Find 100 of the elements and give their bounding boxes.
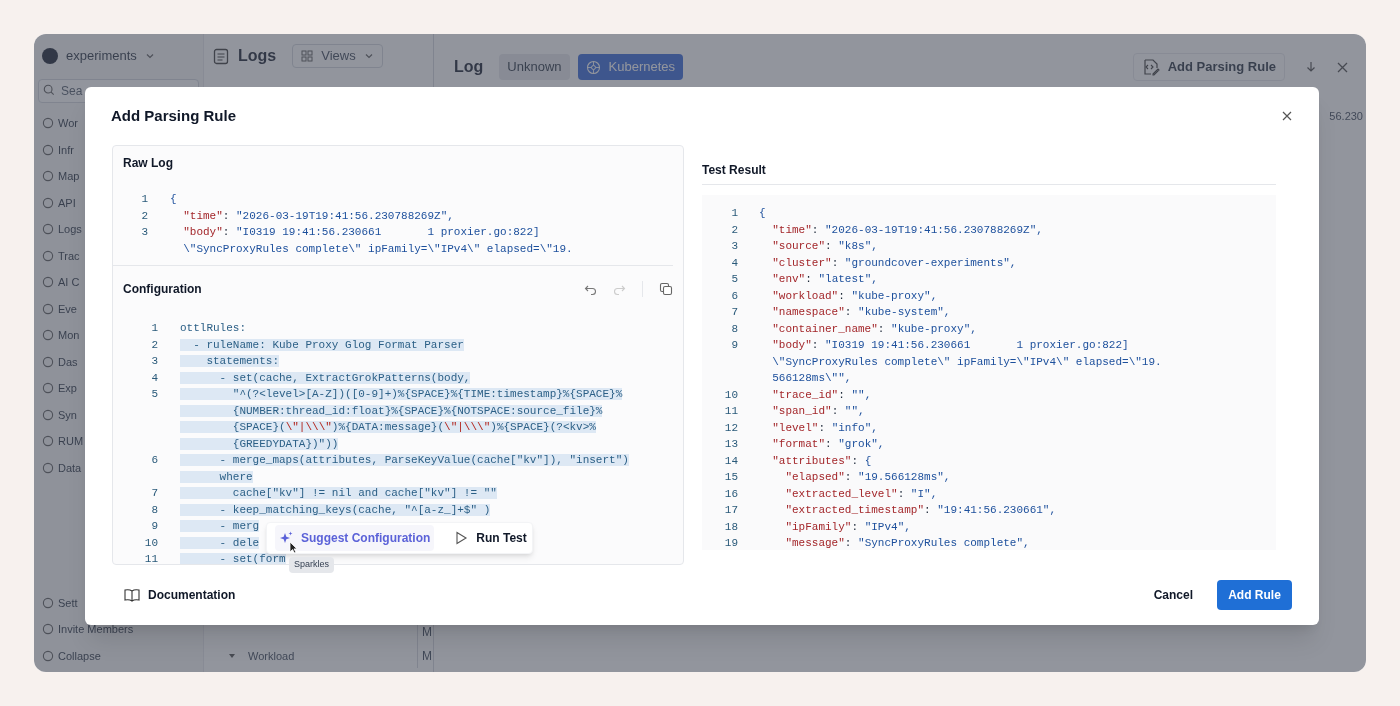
line-number: 14 [723, 453, 738, 469]
logo-icon [42, 48, 58, 64]
nav-icon [42, 382, 54, 395]
nav-item[interactable]: Syn [58, 406, 77, 423]
views-button[interactable]: Views [292, 44, 383, 68]
nav-icon [42, 435, 54, 448]
line-number: 4 [730, 255, 738, 271]
line-number: 10 [143, 535, 158, 551]
nav-item[interactable]: Invite Members [58, 621, 134, 638]
line-number: 4 [150, 370, 158, 386]
run-test-button[interactable]: Run Test [450, 525, 531, 551]
drawer-title: Log [454, 57, 484, 77]
nav-item[interactable]: Das [58, 353, 78, 370]
line-number: 10 [723, 387, 738, 403]
code-line: "cluster": "groundcover-experiments", [771, 255, 1017, 271]
cancel-button[interactable]: Cancel [1141, 580, 1205, 610]
nav-item[interactable]: Infr [58, 141, 74, 158]
nav-item[interactable]: Collapse [58, 647, 101, 664]
line-number: 15 [723, 470, 738, 485]
code-line: "source": "k8s", [771, 239, 878, 254]
nav-item[interactable]: RUM [58, 433, 84, 450]
line-number: 2 [150, 337, 158, 353]
nav-item[interactable]: Eve [58, 300, 77, 317]
code-line: "time": "2026-03-19T19:41:56.230788269Z", [182, 208, 454, 224]
clipboard-icon [212, 47, 230, 65]
line-number: 19 [723, 536, 738, 550]
nav-icon [42, 170, 54, 183]
code-line: "attributes": { [771, 453, 872, 469]
code-line: "span_id": "", [771, 404, 865, 419]
chevron-icon [363, 51, 374, 61]
line-number: 7 [730, 305, 738, 320]
nav-icon [42, 223, 54, 236]
code-line: ottlRules: [180, 321, 246, 336]
line-number: 9 [730, 338, 738, 353]
tree-item[interactable]: Workload [204, 644, 417, 668]
code-line: "body": "I0319 19:41:56.230661 1 proxier.go:822] \"SyncProxyRules complete\" ipFamily=\"IPv4\" elapsed=\"19. [182, 225, 573, 257]
code-line: "^(?<level>[A-Z])([0-9]+)%{SPACE}%{TIME:timestamp}%{SPACE}% {NUMBER:thread_id:float}%{SPACE}%{NOTSPACE:source_file}% {SPACE}(\"|\\\")%{DATA:message}(\"|\\\")%{SPACE}(?<kv>% {GREEDYDATA})")) [180, 386, 623, 452]
line-number: 13 [723, 437, 738, 452]
code-file-icon [1141, 58, 1160, 76]
tag-tab[interactable]: Unknown [499, 54, 570, 80]
nav-icon [42, 117, 54, 130]
tooltip: Sparkles [289, 557, 334, 573]
nav-icon [42, 355, 54, 368]
line-number: 17 [723, 503, 738, 518]
nav-item[interactable]: Trac [58, 247, 80, 264]
line-number: 16 [723, 486, 738, 502]
code-line: "extracted_level": "I", [784, 486, 938, 502]
nav-item[interactable]: Exp [58, 380, 77, 397]
tag-tab[interactable]: Kubernetes [577, 54, 684, 80]
workspace-name[interactable]: experiments [66, 46, 137, 66]
copy-icon[interactable] [659, 282, 673, 296]
table-cell-text: M [421, 648, 433, 665]
nav-item[interactable]: Logs [58, 221, 82, 238]
line-number: 6 [730, 288, 738, 304]
documentation-link[interactable]: Documentation [124, 586, 236, 604]
line-number: 5 [150, 387, 158, 402]
code-line: "elapsed": "19.566128ms", [784, 470, 951, 485]
code-line: "workload": "kube-proxy", [771, 288, 938, 304]
section-title: Raw Log [123, 155, 173, 172]
nav-icon [42, 143, 54, 156]
suggest-configuration-button[interactable]: Suggest Configuration [275, 525, 435, 551]
code-line: { [759, 206, 766, 221]
nav-icon [42, 408, 54, 421]
line-number: 1 [730, 206, 738, 221]
close-icon[interactable] [1337, 61, 1348, 73]
line-number: 1 [150, 321, 158, 336]
line-number: 8 [730, 321, 738, 337]
page-title: Logs [238, 46, 277, 66]
add-rule-button[interactable]: Add Rule [1217, 580, 1292, 610]
code-line: "ipFamily": "IPv4", [784, 519, 911, 535]
nav-icon [42, 596, 54, 609]
code-line: "extracted_timestamp": "19:41:56.230661", [784, 503, 1057, 518]
code-line: "body": "I0319 19:41:56.230661 1 proxier.go:822] \"SyncProxyRules complete\" ipFamily=\"IPv4\" elapsed=\"19. 566128ms\"", [771, 338, 1162, 386]
line-number: 5 [730, 272, 738, 287]
down-arrow-icon[interactable] [1305, 61, 1317, 73]
line-number: 2 [140, 208, 148, 224]
nav-icon [42, 649, 54, 662]
line-number: 18 [723, 519, 738, 535]
line-number: 7 [150, 486, 158, 501]
nav-item[interactable]: AI C [58, 274, 80, 291]
code-line: "level": "info", [771, 420, 878, 436]
code-line: "format": "grok", [771, 437, 885, 452]
line-number: 3 [150, 354, 158, 369]
chevron-icon [144, 51, 155, 61]
wheel-icon [585, 59, 601, 75]
nav-item[interactable]: Map [58, 168, 80, 185]
line-number: 9 [150, 519, 158, 534]
nav-item[interactable]: Data [58, 459, 82, 476]
table-cell-text: M [421, 624, 433, 641]
nav-item[interactable]: API [58, 194, 76, 211]
code-line: "message": "SyncProxyRules complete", [784, 536, 1030, 550]
nav-item[interactable]: Wor [58, 115, 78, 132]
code-line: "namespace": "kube-system", [771, 305, 951, 320]
add-parsing-rule-button[interactable]: Add Parsing Rule [1132, 53, 1285, 81]
section-title: Test Result [702, 162, 766, 179]
code-line: "env": "latest", [771, 272, 878, 287]
nav-item[interactable]: Mon [58, 327, 80, 344]
nav-item[interactable]: Sett [58, 594, 78, 611]
dialog-title: Add Parsing Rule [111, 105, 237, 126]
close-icon[interactable] [1282, 111, 1292, 121]
